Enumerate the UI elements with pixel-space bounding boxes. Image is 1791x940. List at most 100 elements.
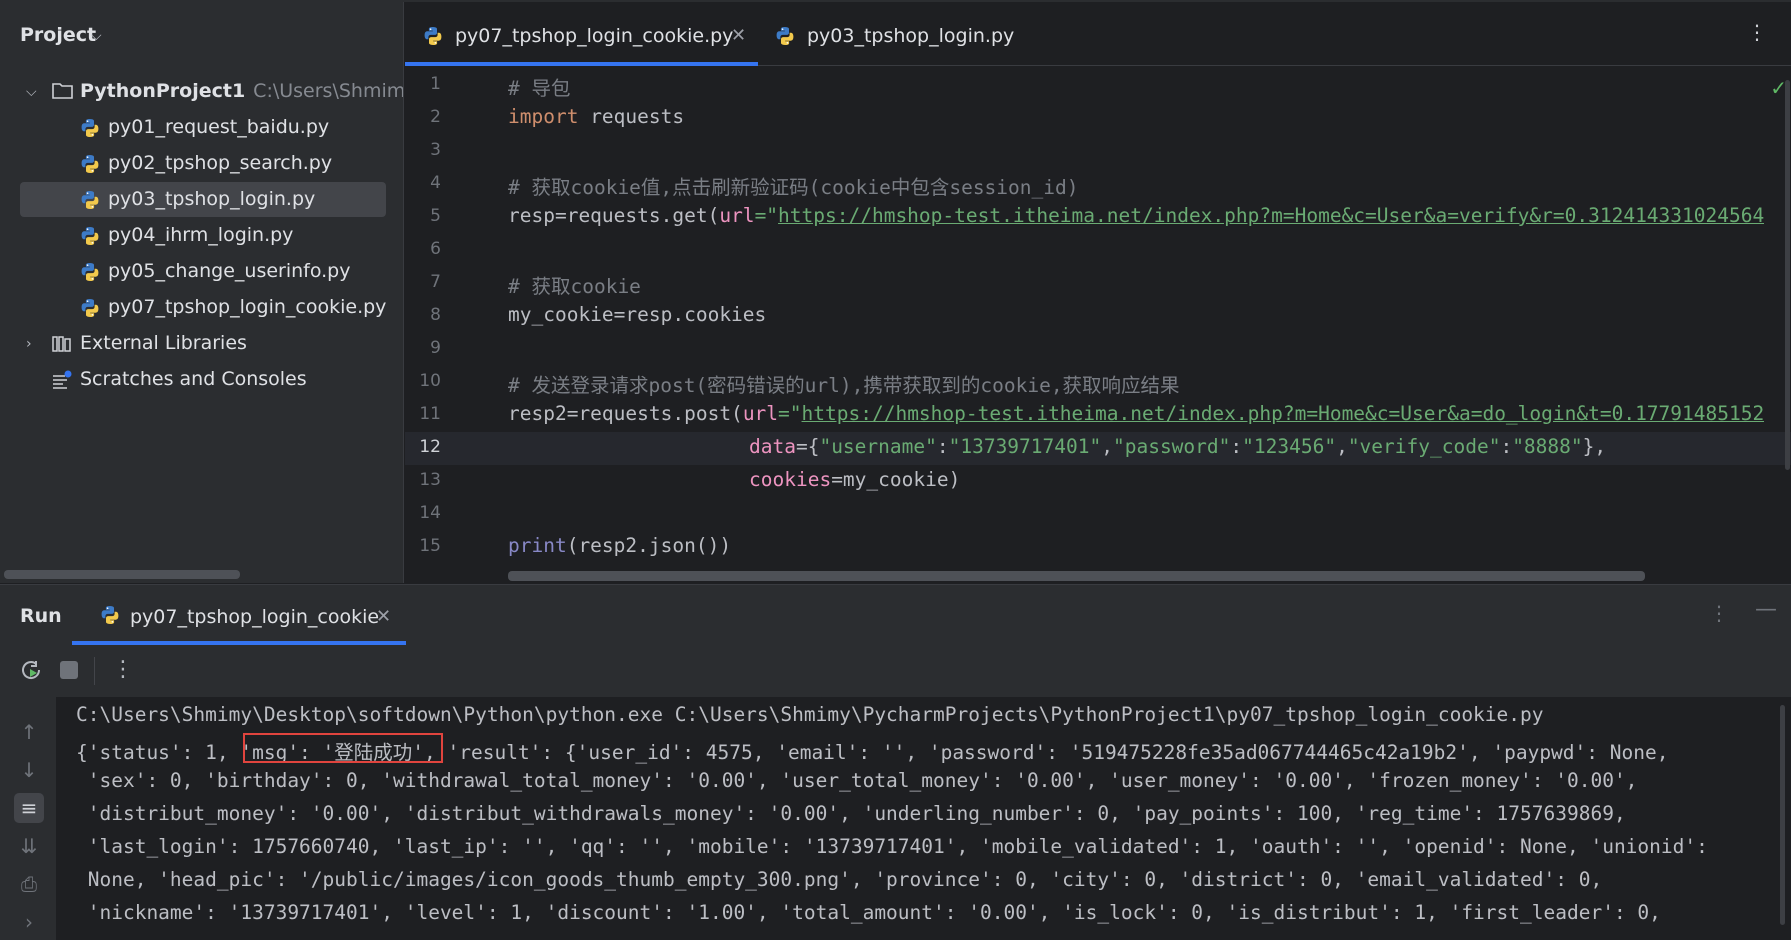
project-horizontal-scrollbar[interactable]: [4, 570, 240, 579]
rerun-icon[interactable]: [20, 659, 44, 683]
tree-file-py07[interactable]: py07_tpshop_login_cookie.py: [20, 290, 386, 325]
code-line-10[interactable]: # 发送登录请求post(密码错误的url),携带获取到的cookie,获取响应…: [508, 369, 1180, 398]
code-comment: # 导包: [508, 77, 571, 100]
python-file-icon: [80, 154, 100, 174]
code-string: "password": [1112, 435, 1231, 458]
code-line-8[interactable]: my_cookie=resp.cookies: [508, 303, 766, 326]
msg-highlight-box: [243, 733, 443, 763]
code-comment: # 获取cookie值,点击刷新验证码(cookie中包含session_id): [508, 176, 1079, 199]
chevron-down-icon[interactable]: ⌵: [26, 75, 37, 110]
tree-file-label: py02_tpshop_search.py: [108, 152, 333, 174]
code-param: data: [749, 435, 796, 458]
tree-file-py04[interactable]: py04_ihrm_login.py: [20, 218, 386, 253]
editor-tab-label: py07_tpshop_login_cookie.py: [455, 25, 734, 47]
code-param: cookies: [749, 468, 832, 491]
code-url-link[interactable]: https://hmshop-test.itheima.net/index.ph…: [778, 204, 1764, 227]
code-line-1[interactable]: # 导包: [508, 72, 570, 101]
code-comment: # 获取cookie: [508, 275, 641, 298]
tree-file-label: py07_tpshop_login_cookie.py: [108, 296, 387, 318]
tree-external-libraries-label: External Libraries: [80, 332, 247, 354]
code-line-7[interactable]: # 获取cookie: [508, 270, 641, 299]
project-panel-title[interactable]: Project: [20, 24, 96, 46]
run-tab-label: py07_tpshop_login_cookie: [130, 606, 380, 628]
run-toolbar: ⋮: [0, 645, 1791, 697]
editor-tabbar: py07_tpshop_login_cookie.py ✕ py03_tpsho…: [405, 2, 1791, 66]
line-number: 11: [419, 404, 441, 424]
line-number: 4: [430, 173, 441, 193]
code-param: url: [742, 402, 779, 425]
tree-file-py05[interactable]: py05_change_userinfo.py: [20, 254, 386, 289]
console-line: None, 'head_pic': '/public/images/icon_g…: [76, 868, 1603, 891]
code-url-link[interactable]: https://hmshop-test.itheima.net/index.ph…: [802, 402, 1765, 425]
code-builtin: print: [508, 534, 567, 557]
more-vertical-icon[interactable]: ⋮: [112, 657, 134, 682]
line-number: 13: [419, 470, 441, 490]
code-line-15[interactable]: print(resp2.json()): [508, 534, 731, 557]
print-icon[interactable]: ⎙: [14, 869, 44, 899]
line-number-gutter: 1 2 3 4 5 6 7 8 9 10 11 12 13 14 15: [405, 66, 505, 583]
python-file-icon: [80, 190, 100, 210]
chevron-right-icon[interactable]: ›: [26, 327, 32, 362]
console-line: C:\Users\Shmimy\Desktop\softdown\Python\…: [76, 703, 1544, 726]
line-number: 8: [430, 305, 441, 325]
code-line-13[interactable]: cookies=my_cookie): [749, 468, 960, 491]
code-string: "verify_code": [1347, 435, 1501, 458]
code-text: =my_cookie): [831, 468, 961, 491]
line-number: 3: [430, 140, 441, 160]
project-panel: Project ⌵ ⌵ PythonProject1 C:\Users\Shmim…: [0, 2, 404, 583]
code-param: url: [719, 204, 755, 227]
tree-scratches[interactable]: Scratches and Consoles: [20, 362, 386, 397]
tree-external-libraries[interactable]: › External Libraries: [20, 326, 386, 361]
code-line-4[interactable]: # 获取cookie值,点击刷新验证码(cookie中包含session_id): [508, 171, 1078, 200]
code-line-2[interactable]: import requests: [508, 105, 684, 128]
line-number: 5: [430, 206, 441, 226]
scroll-to-end-icon[interactable]: ⇊: [14, 831, 44, 861]
code-text: (resp2.json()): [566, 534, 732, 557]
code-string: "8888": [1512, 435, 1583, 458]
minimize-icon[interactable]: —: [1755, 597, 1777, 622]
soft-wrap-icon[interactable]: ≡: [14, 793, 44, 823]
python-file-icon: [80, 262, 100, 282]
code-editor: py07_tpshop_login_cookie.py ✕ py03_tpsho…: [405, 2, 1791, 583]
code-text: },: [1582, 435, 1607, 458]
console-vertical-scrollbar[interactable]: [1780, 705, 1785, 925]
code-string: "13739717401": [948, 435, 1102, 458]
tree-file-label: py03_tpshop_login.py: [108, 188, 316, 210]
toolbar-divider: [94, 657, 95, 685]
python-file-icon: [80, 298, 100, 318]
code-comment: # 发送登录请求post(密码错误的url),携带获取到的cookie,获取响应…: [508, 374, 1180, 397]
stop-icon[interactable]: [60, 661, 78, 679]
arrow-up-icon[interactable]: ↑: [14, 717, 44, 747]
run-panel-header: Run py07_tpshop_login_cookie ✕ ⋮ —: [0, 585, 1791, 645]
editor-vertical-scrollbar[interactable]: [1785, 80, 1790, 470]
run-side-toolbar: ↑ ↓ ≡ ⇊ ⎙ ›: [0, 697, 56, 940]
chevron-down-icon[interactable]: ⌵: [91, 28, 102, 44]
close-icon[interactable]: ✕: [376, 585, 391, 649]
code-line-5[interactable]: resp=requests.get(url="https://hmshop-te…: [508, 204, 1764, 227]
tree-file-py01[interactable]: py01_request_baidu.py: [20, 110, 386, 145]
run-panel-title[interactable]: Run: [20, 605, 62, 627]
tree-root-project[interactable]: ⌵ PythonProject1 C:\Users\Shmimy\Py: [20, 74, 403, 110]
line-number: 14: [419, 503, 441, 523]
line-number: 15: [419, 536, 441, 556]
code-string: "123456": [1242, 435, 1337, 458]
more-vertical-icon[interactable]: ⋮: [1747, 20, 1767, 44]
code-line-11[interactable]: resp2=requests.post(url="https://hmshop-…: [508, 402, 1764, 425]
line-number: 9: [430, 338, 441, 358]
editor-horizontal-scrollbar[interactable]: [508, 571, 1645, 581]
project-root-name: PythonProject1: [80, 80, 246, 102]
close-icon[interactable]: ✕: [731, 2, 746, 70]
project-root-path: C:\Users\Shmimy\Py: [253, 80, 404, 102]
more-vertical-icon[interactable]: ⋮: [1709, 601, 1729, 625]
line-number: 2: [430, 107, 441, 127]
code-line-12[interactable]: data={"username":"13739717401","password…: [749, 435, 1606, 458]
arrow-down-icon[interactable]: ↓: [14, 755, 44, 785]
code-text: ={: [795, 435, 820, 458]
chevron-right-icon[interactable]: ›: [14, 907, 44, 937]
line-number: 7: [430, 272, 441, 292]
tree-file-py02[interactable]: py02_tpshop_search.py: [20, 146, 386, 181]
run-panel: Run py07_tpshop_login_cookie ✕ ⋮ — ⋮ ↑ ↓…: [0, 584, 1791, 940]
python-file-icon: [775, 26, 795, 46]
tree-file-py03[interactable]: py03_tpshop_login.py: [20, 182, 386, 217]
tree-file-label: py04_ihrm_login.py: [108, 224, 294, 246]
